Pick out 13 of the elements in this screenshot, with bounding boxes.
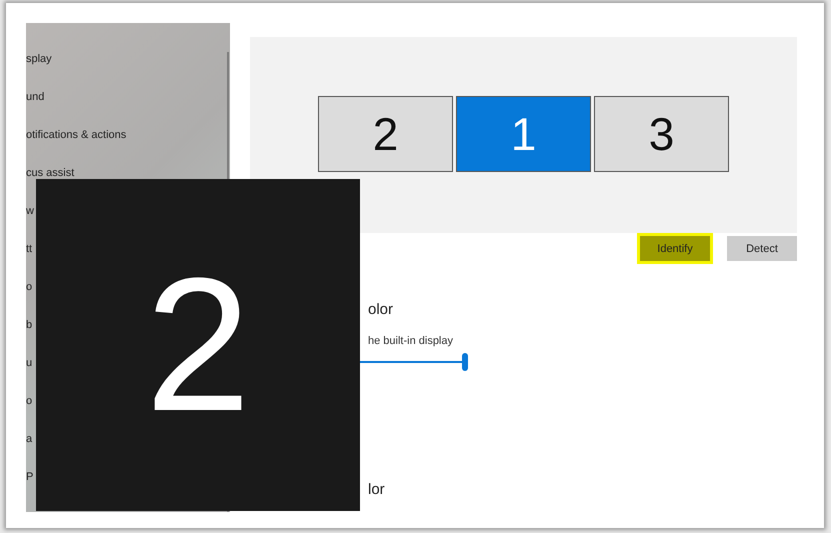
action-button[interactable]: Identify xyxy=(640,236,710,261)
sidebar-item[interactable]: otifications & actions xyxy=(26,127,230,165)
sidebar-item[interactable]: splay xyxy=(26,51,230,89)
action-button[interactable]: Detect xyxy=(727,236,797,261)
sidebar-item[interactable]: und xyxy=(26,89,230,127)
monitor-tile[interactable]: 1 xyxy=(456,96,591,172)
section-heading: olor xyxy=(368,301,394,318)
slider-label: he built-in display xyxy=(368,335,454,347)
monitor-tile[interactable]: 2 xyxy=(318,96,453,172)
slider-thumb[interactable] xyxy=(462,353,468,371)
monitor-tile[interactable]: 3 xyxy=(594,96,729,172)
section-heading: lor xyxy=(368,481,386,498)
display-number: 2 xyxy=(145,250,251,440)
